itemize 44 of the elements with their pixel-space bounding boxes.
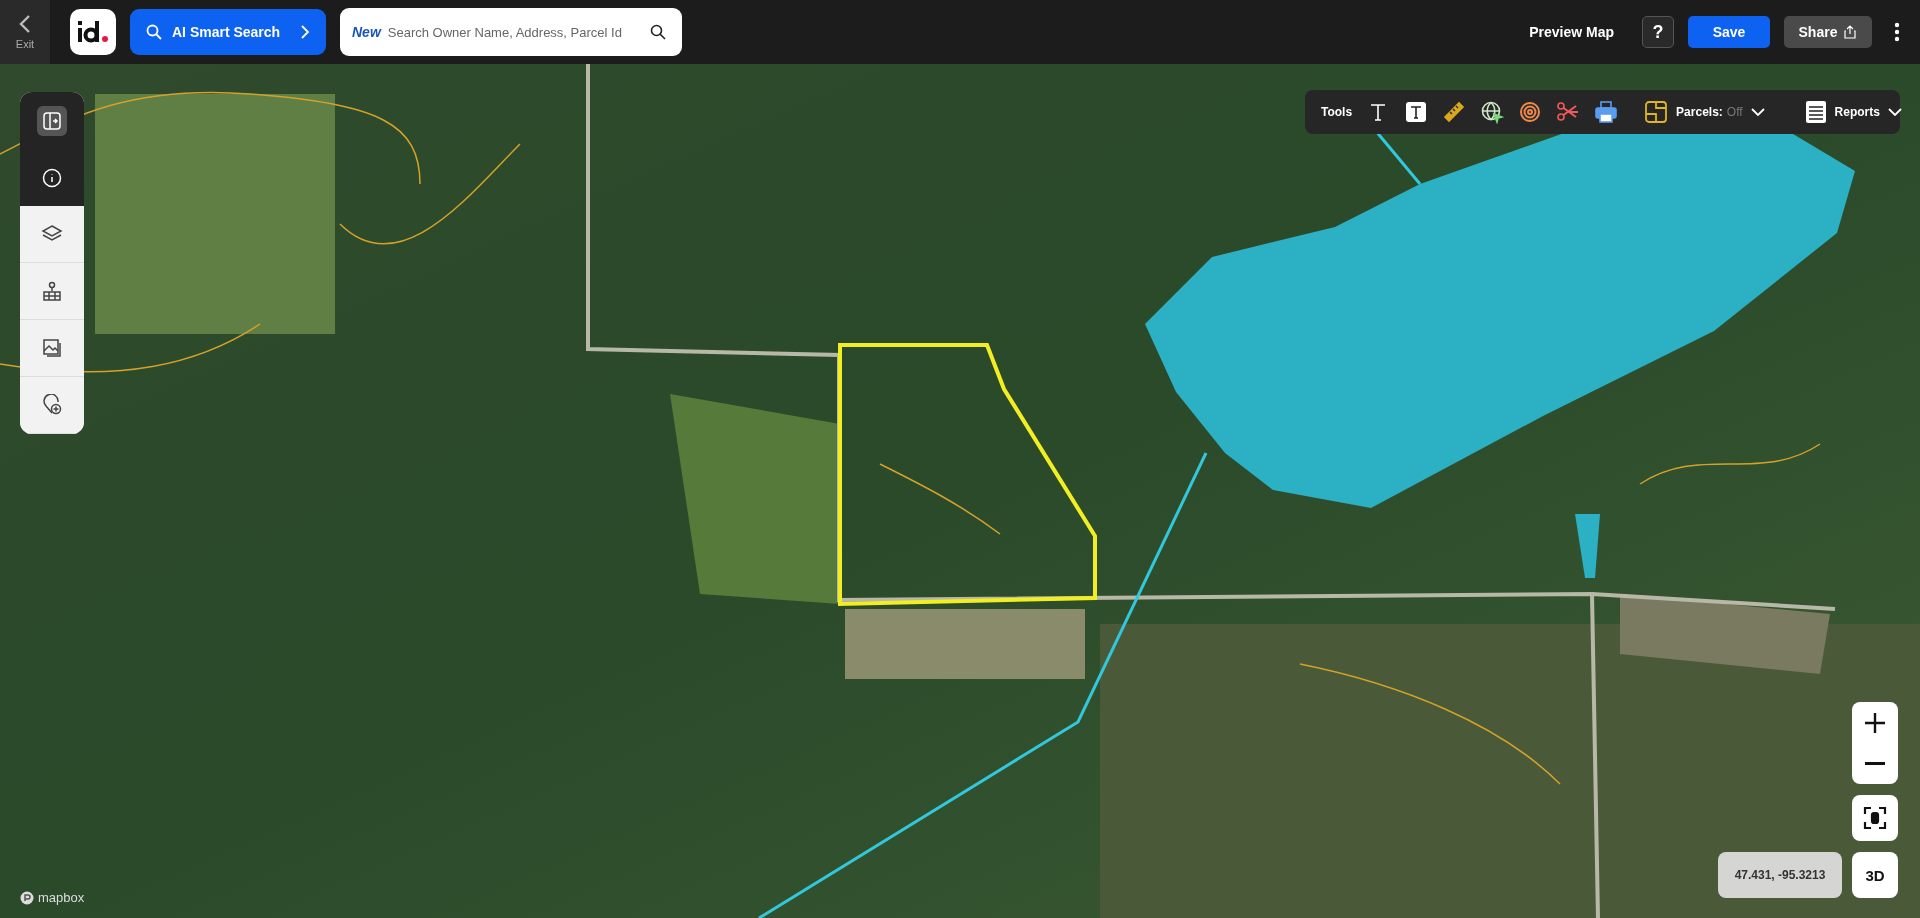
mapbox-attribution[interactable]: mapbox <box>20 890 85 905</box>
parcels-dropdown[interactable]: Parcels: Off <box>1638 99 1771 125</box>
fit-view-button[interactable] <box>1852 795 1898 841</box>
ruler-icon <box>1442 100 1467 124</box>
frame-icon <box>1863 806 1887 830</box>
minus-icon <box>1865 762 1885 765</box>
search-bar[interactable]: New Search Owner Name, Address, Parcel Id <box>340 8 682 56</box>
logo-icon[interactable] <box>70 9 116 55</box>
tools-label: Tools <box>1321 105 1353 119</box>
parcel-grid-icon <box>1644 100 1669 124</box>
search-icon[interactable] <box>650 24 666 40</box>
more-icon[interactable] <box>1894 22 1900 42</box>
save-button[interactable]: Save <box>1688 16 1770 48</box>
globe-cursor-icon <box>1480 100 1505 124</box>
coordinates-readout: 47.431, -95.3213 <box>1718 852 1842 898</box>
parcel-boundary[interactable] <box>838 343 1097 607</box>
sidebar-item[interactable] <box>20 149 84 206</box>
ai-smart-search-button[interactable]: AI Smart Search <box>130 9 326 55</box>
share-icon <box>1843 25 1858 39</box>
images-icon <box>41 337 63 359</box>
share-button[interactable]: Share <box>1784 16 1872 48</box>
plus-icon <box>1863 710 1887 735</box>
text-box-icon <box>1404 100 1429 124</box>
sidebar-item[interactable] <box>20 92 84 149</box>
3d-button[interactable]: 3D <box>1852 852 1898 898</box>
rings-icon <box>1518 100 1543 124</box>
exit-button[interactable]: Exit <box>0 0 50 64</box>
mapbox-logo-icon <box>20 890 34 905</box>
chevron-down-icon <box>1750 107 1765 117</box>
pond-shape <box>1575 514 1600 578</box>
info-icon <box>41 166 63 189</box>
chevron-right-icon <box>300 25 310 39</box>
reports-dropdown[interactable]: Reports <box>1798 99 1908 125</box>
preview-map-button[interactable]: Preview Map <box>1515 24 1628 40</box>
panel-toggle-icon <box>37 105 67 136</box>
document-icon <box>1804 100 1827 124</box>
help-button[interactable]: ? <box>1642 16 1674 48</box>
new-label: New <box>352 24 381 40</box>
search-icon <box>146 24 162 40</box>
scissors-icon <box>1556 100 1581 124</box>
printer-icon <box>1594 100 1619 124</box>
chevron-down-icon <box>1887 107 1902 117</box>
add-location-icon <box>41 394 63 416</box>
map-pin-grid-icon <box>41 280 63 302</box>
